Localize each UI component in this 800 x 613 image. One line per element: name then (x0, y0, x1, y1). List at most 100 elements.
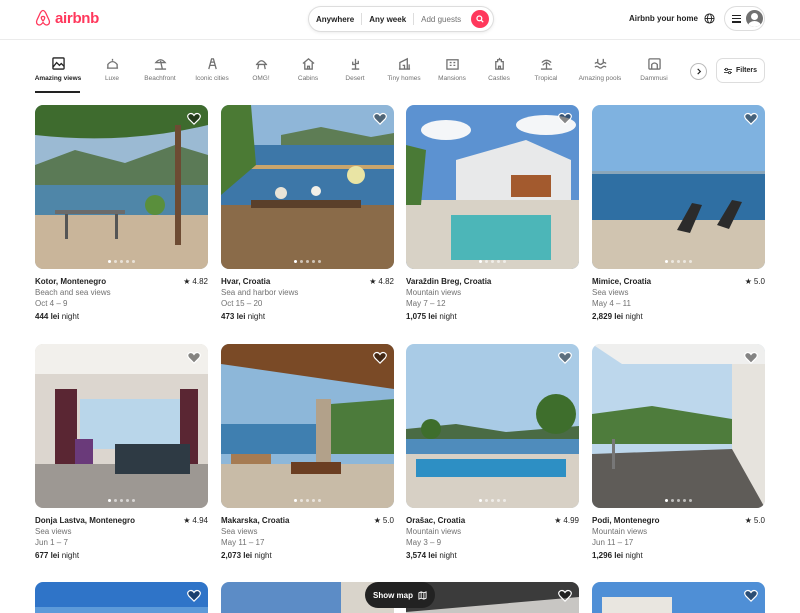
listing-rating: ★ 5.0 (745, 277, 765, 286)
search-any-week[interactable]: Any week (362, 15, 413, 24)
brand-name: airbnb (55, 9, 100, 27)
globe-icon[interactable] (704, 13, 715, 24)
listing-image (35, 344, 208, 508)
photo-carousel-dots (592, 499, 765, 502)
listing-photo[interactable] (35, 582, 208, 613)
listing-image (406, 105, 579, 269)
category-tropical[interactable]: Tropical (516, 57, 576, 82)
listing-photo[interactable] (221, 105, 394, 269)
star-icon: ★ (183, 516, 191, 525)
listing-location: Varaždin Breg, Croatia (406, 277, 492, 286)
category-label: Luxe (104, 75, 120, 82)
search-button[interactable] (471, 10, 489, 28)
star-icon: ★ (744, 277, 752, 286)
luxe-icon (106, 58, 118, 69)
listing-photo[interactable] (35, 344, 208, 508)
beach-umbrella-icon (153, 59, 167, 70)
pool-icon (593, 58, 607, 69)
show-map-button[interactable]: Show map (365, 582, 435, 608)
category-dammusi[interactable]: Dammusi (624, 57, 684, 82)
category-label: Beachfront (144, 75, 176, 82)
listing-photo[interactable] (592, 582, 765, 613)
star-icon: ★ (369, 277, 377, 286)
category-scroll-next-button[interactable] (690, 63, 707, 80)
airbnb-logo[interactable]: airbnb (35, 9, 99, 27)
search-add-guests[interactable]: Add guests (414, 15, 468, 24)
listing-view: Sea and harbor views (221, 288, 299, 297)
heart-icon[interactable] (558, 589, 572, 602)
listing-dates: May 3 – 9 (406, 538, 442, 547)
map-icon (418, 590, 427, 600)
heart-icon[interactable] (373, 112, 387, 125)
listing-photo[interactable] (592, 344, 765, 508)
heart-icon[interactable] (744, 351, 758, 364)
listing-view: Mountain views (406, 288, 462, 297)
listing-photo[interactable] (221, 344, 394, 508)
listing-location: Podi, Montenegro (592, 516, 660, 525)
category-label: Castles (488, 75, 510, 82)
price-unit: night (439, 312, 457, 321)
photo-carousel-dots (35, 499, 208, 502)
menu-icon (732, 14, 741, 23)
price-value: 1,296 lei (592, 551, 624, 560)
category-label: Cabins (297, 75, 319, 82)
user-menu-button[interactable] (724, 6, 765, 31)
listing-image (592, 582, 765, 613)
heart-icon[interactable] (187, 112, 201, 125)
category-amazing-views[interactable]: Amazing views (28, 57, 88, 82)
listing-card[interactable]: Hvar, Croatia ★ 4.82 Sea and harbor views… (221, 105, 394, 321)
listing-photo[interactable] (406, 344, 579, 508)
listing-image (592, 344, 765, 508)
heart-icon[interactable] (187, 589, 201, 602)
category-amazing-pools[interactable]: Amazing pools (570, 57, 630, 82)
search-anywhere[interactable]: Anywhere (309, 15, 361, 24)
listing-card[interactable]: Podi, Montenegro ★ 5.0 Mountain views Jun… (592, 344, 765, 560)
rating-value: 4.82 (378, 277, 394, 286)
listing-location: Hvar, Croatia (221, 277, 271, 286)
listing-photo[interactable] (35, 105, 208, 269)
filters-label: Filters (735, 67, 757, 74)
listing-card[interactable] (592, 582, 765, 613)
category-label: Mansions (438, 75, 466, 82)
listing-photo[interactable] (406, 105, 579, 269)
photo-carousel-dots (221, 499, 394, 502)
heart-icon[interactable] (558, 112, 572, 125)
category-label: Iconic cities (195, 75, 229, 82)
photo-carousel-dots (35, 260, 208, 263)
listing-photo[interactable] (592, 105, 765, 269)
price-value: 2,073 lei (221, 551, 253, 560)
listing-card[interactable]: Donja Lastva, Montenegro ★ 4.94 Sea views… (35, 344, 208, 560)
host-link[interactable]: Airbnb your home (629, 14, 698, 23)
listing-card[interactable]: Kotor, Montenegro ★ 4.82 Beach and sea vi… (35, 105, 208, 321)
listing-price: 473 lei night (221, 312, 394, 321)
listing-card[interactable] (35, 582, 208, 613)
listing-rating: ★ 5.0 (745, 516, 765, 525)
filters-button[interactable]: Filters (716, 58, 765, 83)
category-beachfront[interactable]: Beachfront (130, 57, 190, 82)
category-label: OMG! (252, 75, 270, 82)
price-unit: night (625, 312, 643, 321)
listing-card[interactable]: Orašac, Croatia ★ 4.99 Mountain views May… (406, 344, 579, 560)
avatar (746, 10, 763, 27)
heart-icon[interactable] (744, 112, 758, 125)
listing-view: Sea views (221, 527, 258, 536)
heart-icon[interactable] (558, 351, 572, 364)
chevron-right-icon (696, 68, 701, 75)
listing-view: Sea views (35, 527, 72, 536)
heart-icon[interactable] (187, 351, 201, 364)
heart-icon[interactable] (373, 351, 387, 364)
listing-card[interactable]: Varaždin Breg, Croatia Mountain views Ma… (406, 105, 579, 321)
mountain-view-icon (51, 57, 65, 70)
listing-price: 3,574 lei night (406, 551, 579, 560)
listing-location: Makarska, Croatia (221, 516, 290, 525)
listing-card[interactable]: Makarska, Croatia ★ 5.0 Sea views May 11 … (221, 344, 394, 560)
listing-card[interactable]: Mimice, Croatia ★ 5.0 Sea views May 4 – 1… (592, 105, 765, 321)
heart-icon[interactable] (744, 589, 758, 602)
listing-image (406, 344, 579, 508)
mansion-icon (445, 59, 459, 70)
price-value: 444 lei (35, 312, 60, 321)
search-bar[interactable]: Anywhere Any week Add guests (308, 6, 494, 32)
active-category-underline (35, 91, 80, 93)
listing-location: Orašac, Croatia (406, 516, 466, 525)
listing-dates: May 4 – 11 (592, 299, 631, 308)
